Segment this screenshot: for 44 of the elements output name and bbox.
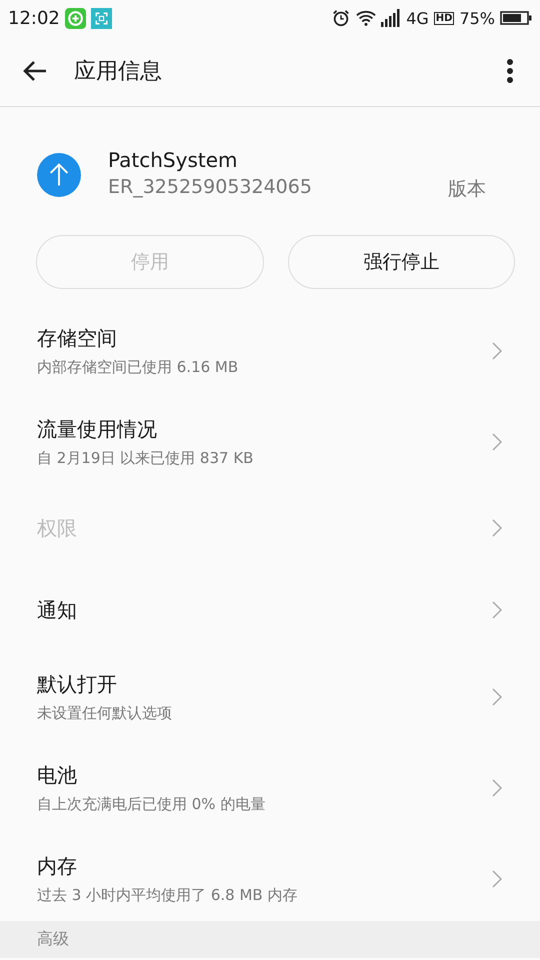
back-arrow-icon (22, 60, 48, 82)
version-label: 版本 (448, 177, 486, 202)
item-title: 默认打开 (37, 670, 118, 698)
settings-item[interactable]: 内存 过去 3 小时内平均使用了 6.8 MB 内存 (0, 833, 540, 924)
app-version: ER_32525905324065 (108, 176, 312, 200)
settings-item[interactable]: 电池 自上次充满电后已使用 0% 的电量 (0, 742, 540, 833)
item-subtitle: 未设置任何默认选项 (37, 704, 172, 722)
wifi-icon (356, 9, 376, 27)
item-title: 电池 (37, 762, 78, 788)
chevron-icon (492, 342, 502, 360)
chevron-icon (492, 870, 502, 888)
settings-item[interactable]: 通知 (0, 569, 540, 651)
section-header: 高级 (37, 929, 69, 948)
alarm-icon (331, 9, 352, 27)
page-title: 应用信息 (74, 58, 162, 86)
settings-item[interactable]: 流量使用情况 自 2月19日 以来已使用 837 KB (0, 396, 540, 487)
settings-item[interactable]: 存储空间 内部存储空间已使用 6.16 MB (0, 305, 540, 396)
settings-item[interactable]: 默认打开 未设置任何默认选项 (0, 651, 540, 742)
item-title: 权限 (37, 514, 77, 542)
notification-app-icon (64, 8, 86, 28)
action-button[interactable]: 强行停止 (288, 235, 515, 289)
chevron-icon (492, 778, 502, 796)
item-subtitle: 过去 3 小时内平均使用了 6.8 MB 内存 (37, 886, 298, 904)
chevron-icon (492, 688, 502, 706)
item-title: 通知 (37, 596, 77, 624)
item-title: 内存 (37, 852, 78, 880)
item-subtitle: 内部存储空间已使用 6.16 MB (37, 358, 238, 376)
chevron-icon (492, 601, 502, 619)
battery-percent: 75% (459, 8, 495, 28)
battery-icon (500, 11, 532, 25)
item-title: 存储空间 (37, 324, 118, 352)
screenshot-app-icon (90, 8, 112, 28)
app-name: PatchSystem (108, 148, 239, 172)
hd-badge: HD (434, 12, 454, 24)
network-type: 4G (406, 8, 429, 28)
app-upload-icon (36, 152, 82, 198)
signal-icon (381, 9, 402, 27)
status-time: 12:02 (8, 8, 60, 28)
item-subtitle: 自上次充满电后已使用 0% 的电量 (37, 794, 266, 814)
item-title: 流量使用情况 (37, 416, 158, 442)
more-icon (506, 58, 514, 84)
chevron-icon (492, 519, 502, 537)
item-subtitle: 自 2月19日 以来已使用 837 KB (37, 448, 254, 468)
chevron-icon (492, 432, 502, 450)
